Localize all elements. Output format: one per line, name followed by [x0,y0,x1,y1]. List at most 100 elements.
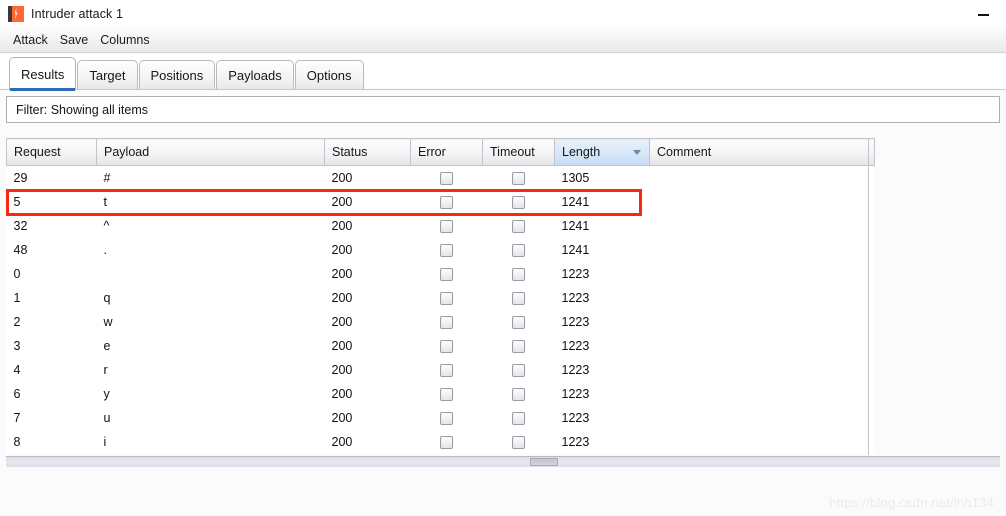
table-row[interactable]: 2 w 200 1223 [6,309,875,334]
cell-length: 1223 [554,285,650,310]
column-header-timeout[interactable]: Timeout [482,138,555,166]
table-row[interactable]: 48. 200 1241 [6,237,875,262]
error-checkbox[interactable] [440,315,453,329]
error-checkbox[interactable] [440,219,453,233]
table-row[interactable]: 0 200 1223 [6,261,875,286]
cell-status: 200 [324,309,411,334]
column-header-comment[interactable]: Comment [649,138,875,166]
cell-status: 200 [324,333,411,358]
table-body: 29 #200 1305 5 t 200 1241 32 ^ 200 1241 48. 200 1241 0… [6,165,875,454]
window-controls [961,0,1006,27]
minimize-icon [978,13,989,16]
timeout-checkbox[interactable] [512,411,525,425]
timeout-checkbox[interactable] [512,435,525,449]
cell-payload: e [96,333,325,358]
error-checkbox[interactable] [440,411,453,425]
cell-timeout [482,213,555,238]
horizontal-scrollbar-thumb[interactable] [530,458,558,466]
menu-item-columns[interactable]: Columns [94,31,155,49]
timeout-checkbox[interactable] [512,195,525,209]
timeout-checkbox[interactable] [512,171,525,185]
cell-error [410,405,483,430]
details-pane: https://blog.csdn.net/lhh134 [0,468,1006,516]
cell-status: 200 [324,429,411,454]
timeout-checkbox[interactable] [512,291,525,305]
column-header-request[interactable]: Request [6,138,97,166]
cell-length: 1223 [554,381,650,406]
timeout-checkbox[interactable] [512,339,525,353]
error-checkbox[interactable] [440,339,453,353]
column-header-payload[interactable]: Payload [96,138,325,166]
cell-comment [649,213,875,238]
table-row[interactable]: 4 r 200 1223 [6,357,875,382]
cell-timeout [482,333,555,358]
column-label-request: Request [14,145,61,159]
error-checkbox[interactable] [440,387,453,401]
menu-item-attack[interactable]: Attack [7,31,54,49]
timeout-checkbox[interactable] [512,363,525,377]
tab-target[interactable]: Target [77,60,138,90]
error-checkbox[interactable] [440,171,453,185]
cell-request: 6 [6,381,97,406]
cell-timeout [482,357,555,382]
column-header-error[interactable]: Error [410,138,483,166]
menu-bar: Attack Save Columns [0,27,1006,53]
cell-payload: y [96,381,325,406]
filter-bar[interactable]: Filter: Showing all items [6,96,1000,123]
intruder-attack-window: Intruder attack 1 Attack Save Columns Re… [0,0,1006,516]
error-checkbox[interactable] [440,435,453,449]
table-row[interactable]: 29 #200 1305 [6,165,875,190]
table-row[interactable]: 7 u 200 1223 [6,405,875,430]
column-header-length[interactable]: Length [554,138,650,166]
cell-payload: # [96,165,325,190]
cell-length: 1241 [554,213,650,238]
cell-length: 1223 [554,309,650,334]
cell-error [410,429,483,454]
cell-status: 200 [324,189,411,214]
table-row[interactable]: 8 i 200 1223 [6,429,875,454]
table-right-edge [868,138,869,455]
cell-payload: i [96,429,325,454]
error-checkbox[interactable] [440,291,453,305]
table-row[interactable]: 6 y 200 1223 [6,381,875,406]
timeout-checkbox[interactable] [512,387,525,401]
cell-timeout [482,309,555,334]
timeout-checkbox[interactable] [512,267,525,281]
error-checkbox[interactable] [440,243,453,257]
menu-item-save[interactable]: Save [54,31,95,49]
cell-comment [649,405,875,430]
timeout-checkbox[interactable] [512,243,525,257]
cell-status: 200 [324,357,411,382]
cell-error [410,333,483,358]
table-row[interactable]: 5 t 200 1241 [6,189,875,214]
cell-length: 1241 [554,237,650,262]
cell-status: 200 [324,213,411,238]
tab-payloads[interactable]: Payloads [216,60,294,90]
cell-request: 0 [6,261,97,286]
minimize-button[interactable] [961,0,1006,27]
timeout-checkbox[interactable] [512,219,525,233]
cell-timeout [482,189,555,214]
error-checkbox[interactable] [440,267,453,281]
cell-error [410,309,483,334]
cell-status: 200 [324,237,411,262]
cell-length: 1223 [554,429,650,454]
tab-options[interactable]: Options [294,60,364,90]
cell-comment [649,285,875,310]
table-row[interactable]: 3 e 200 1223 [6,333,875,358]
timeout-checkbox[interactable] [512,315,525,329]
error-checkbox[interactable] [440,195,453,209]
cell-payload [96,261,325,286]
column-header-status[interactable]: Status [324,138,411,166]
tab-results[interactable]: Results [9,57,77,91]
horizontal-scrollbar[interactable] [6,456,1000,467]
error-checkbox[interactable] [440,363,453,377]
tab-positions[interactable]: Positions [138,60,216,90]
table-row[interactable]: 1 q 200 1223 [6,285,875,310]
cell-comment [649,357,875,382]
cell-comment [649,381,875,406]
cell-timeout [482,165,555,190]
title-bar: Intruder attack 1 [0,0,1006,27]
table-row[interactable]: 32 ^ 200 1241 [6,213,875,238]
cell-status: 200 [324,165,411,190]
